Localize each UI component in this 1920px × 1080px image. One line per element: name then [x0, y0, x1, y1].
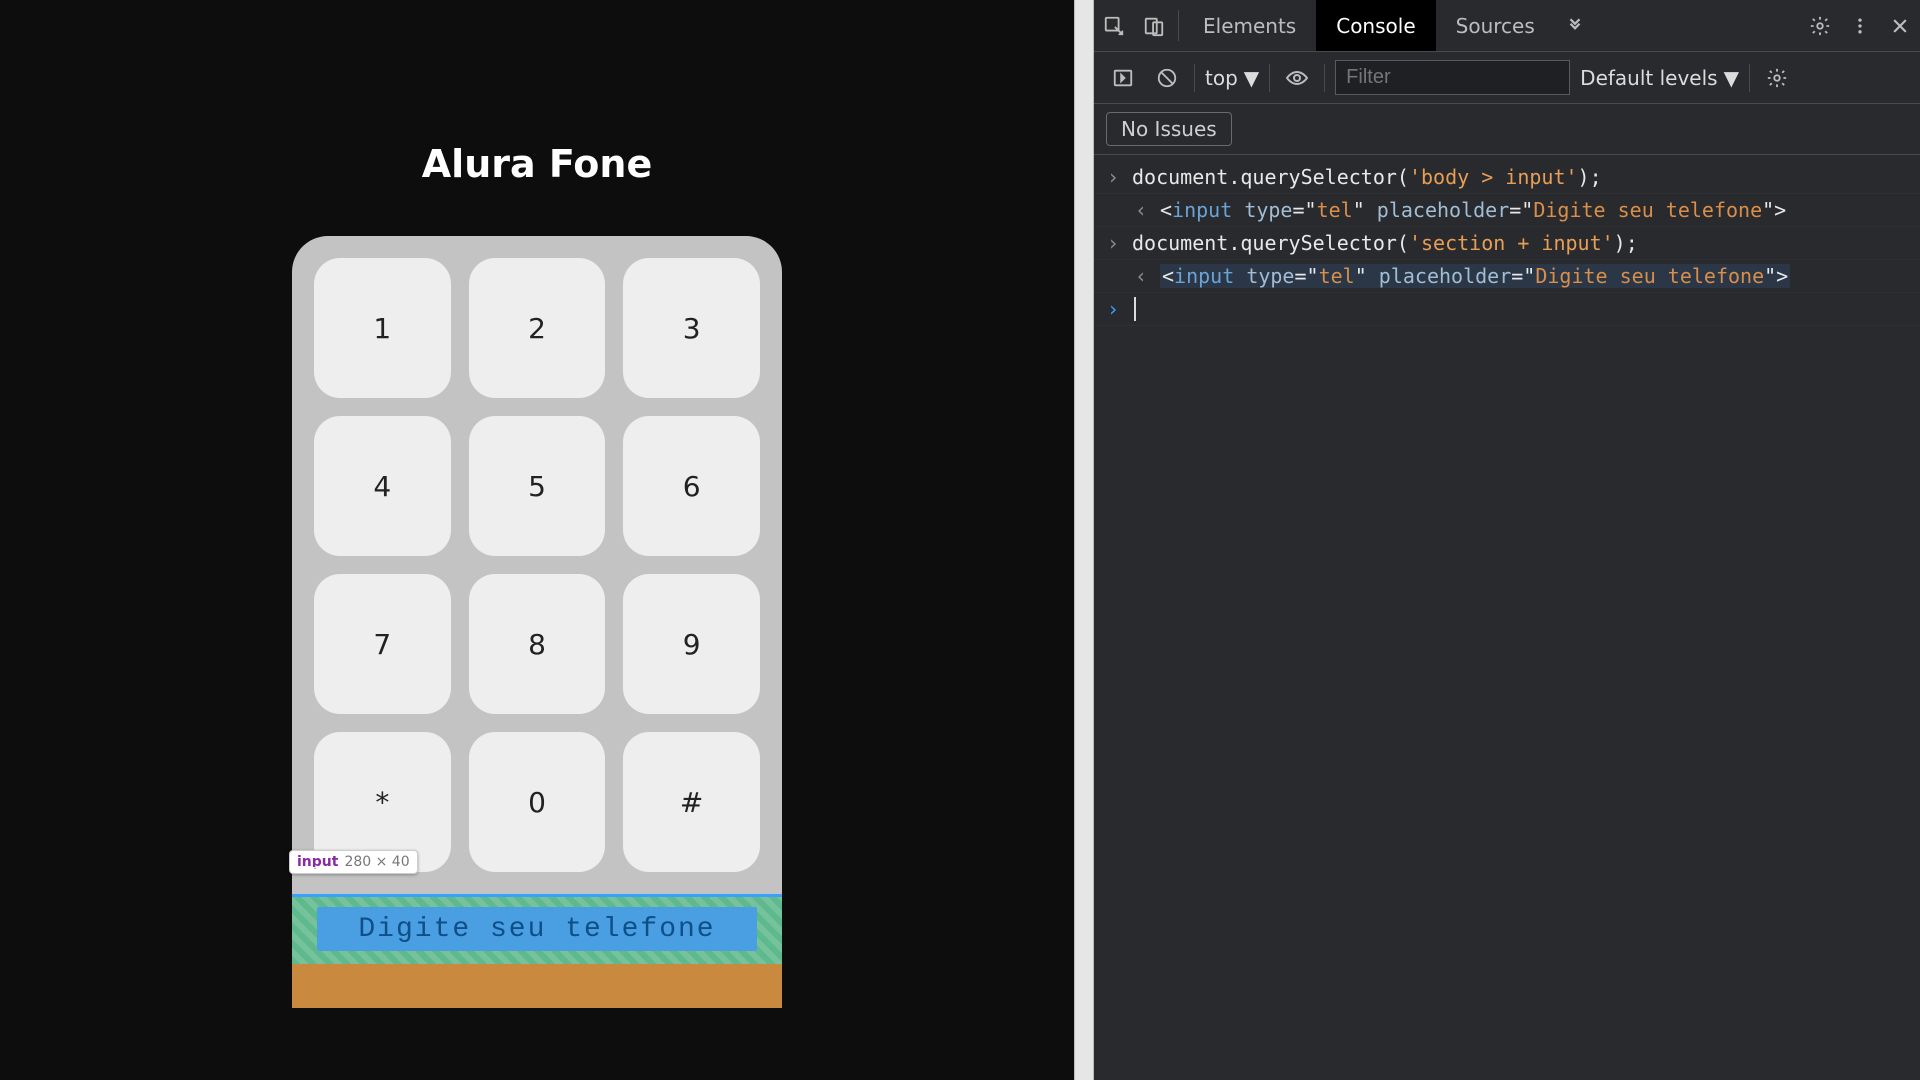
console-row: document.querySelector('section + input'… — [1094, 227, 1920, 260]
inspect-tooltip: input 280 × 40 — [289, 850, 418, 874]
key-9[interactable]: 9 — [623, 574, 760, 714]
console-filter-input[interactable] — [1335, 60, 1570, 95]
tab-elements[interactable]: Elements — [1183, 0, 1316, 51]
output-glyph-icon — [1132, 264, 1150, 288]
more-tabs-icon[interactable] — [1555, 0, 1595, 51]
toggle-sidebar-icon[interactable] — [1106, 61, 1140, 95]
console-caret[interactable] — [1134, 297, 1136, 321]
log-levels-label: Default levels — [1580, 66, 1717, 90]
console-output[interactable]: document.querySelector('body > input'); <… — [1094, 155, 1920, 1080]
issues-bar: No Issues — [1094, 104, 1920, 155]
device-toolbar-icon[interactable] — [1134, 0, 1174, 51]
input-glyph-icon — [1104, 165, 1122, 189]
close-devtools-icon[interactable] — [1880, 0, 1920, 51]
live-expression-icon[interactable] — [1280, 61, 1314, 95]
phone-input-row: Digite seu telefone — [292, 894, 782, 964]
inspect-tooltip-dimensions: 280 × 40 — [344, 854, 409, 870]
inspect-tooltip-tag: input — [297, 854, 338, 870]
key-7[interactable]: 7 — [314, 574, 451, 714]
tab-console[interactable]: Console — [1316, 0, 1435, 51]
kebab-menu-icon[interactable] — [1840, 0, 1880, 51]
console-row — [1094, 293, 1920, 326]
inspect-element-icon[interactable] — [1094, 0, 1134, 51]
console-row: <input type="tel" placeholder="Digite se… — [1094, 194, 1920, 227]
console-result-node[interactable]: <input type="tel" placeholder="Digite se… — [1160, 198, 1786, 222]
console-input-code: document.querySelector('section + input'… — [1132, 231, 1638, 255]
execution-context-label: top — [1205, 66, 1238, 90]
settings-icon[interactable] — [1800, 0, 1840, 51]
no-issues-chip[interactable]: No Issues — [1106, 112, 1232, 146]
key-4[interactable]: 4 — [314, 416, 451, 556]
output-glyph-icon — [1132, 198, 1150, 222]
console-row: <input type="tel" placeholder="Digite se… — [1094, 260, 1920, 293]
console-toolbar: top ▼ Default levels ▼ — [1094, 52, 1920, 104]
key-3[interactable]: 3 — [623, 258, 760, 398]
clear-console-icon[interactable] — [1150, 61, 1184, 95]
tab-sources[interactable]: Sources — [1436, 0, 1555, 51]
phone-input[interactable]: Digite seu telefone — [317, 907, 757, 951]
prompt-glyph-icon — [1104, 297, 1122, 321]
key-hash[interactable]: # — [623, 732, 760, 872]
console-settings-icon[interactable] — [1760, 61, 1794, 95]
devtools-tab-bar: Elements Console Sources — [1094, 0, 1920, 52]
key-6[interactable]: 6 — [623, 416, 760, 556]
console-result-node[interactable]: <input type="tel" placeholder="Digite se… — [1160, 264, 1790, 288]
margin-overlay — [292, 964, 782, 1008]
log-levels-selector[interactable]: Default levels ▼ — [1580, 66, 1739, 90]
chevron-down-icon: ▼ — [1724, 66, 1739, 90]
page-title: Alura Fone — [422, 142, 652, 186]
key-1[interactable]: 1 — [314, 258, 451, 398]
phone-keypad-frame: 1 2 3 4 5 6 7 8 9 * 0 # — [292, 236, 782, 894]
keypad-grid: 1 2 3 4 5 6 7 8 9 * 0 # — [314, 258, 760, 872]
key-2[interactable]: 2 — [469, 258, 606, 398]
input-glyph-icon — [1104, 231, 1122, 255]
chevron-down-icon: ▼ — [1244, 66, 1259, 90]
key-5[interactable]: 5 — [469, 416, 606, 556]
execution-context-selector[interactable]: top ▼ — [1205, 66, 1259, 90]
devtools-panel: Elements Console Sources top ▼ — [1094, 0, 1920, 1080]
console-input-code: document.querySelector('body > input'); — [1132, 165, 1602, 189]
console-row: document.querySelector('body > input'); — [1094, 161, 1920, 194]
pane-scrollbar-gutter[interactable] — [1074, 0, 1094, 1080]
tab-divider — [1178, 10, 1179, 41]
key-8[interactable]: 8 — [469, 574, 606, 714]
key-0[interactable]: 0 — [469, 732, 606, 872]
webpage-pane: Alura Fone 1 2 3 4 5 6 7 8 9 * 0 # Digit… — [0, 0, 1074, 1080]
